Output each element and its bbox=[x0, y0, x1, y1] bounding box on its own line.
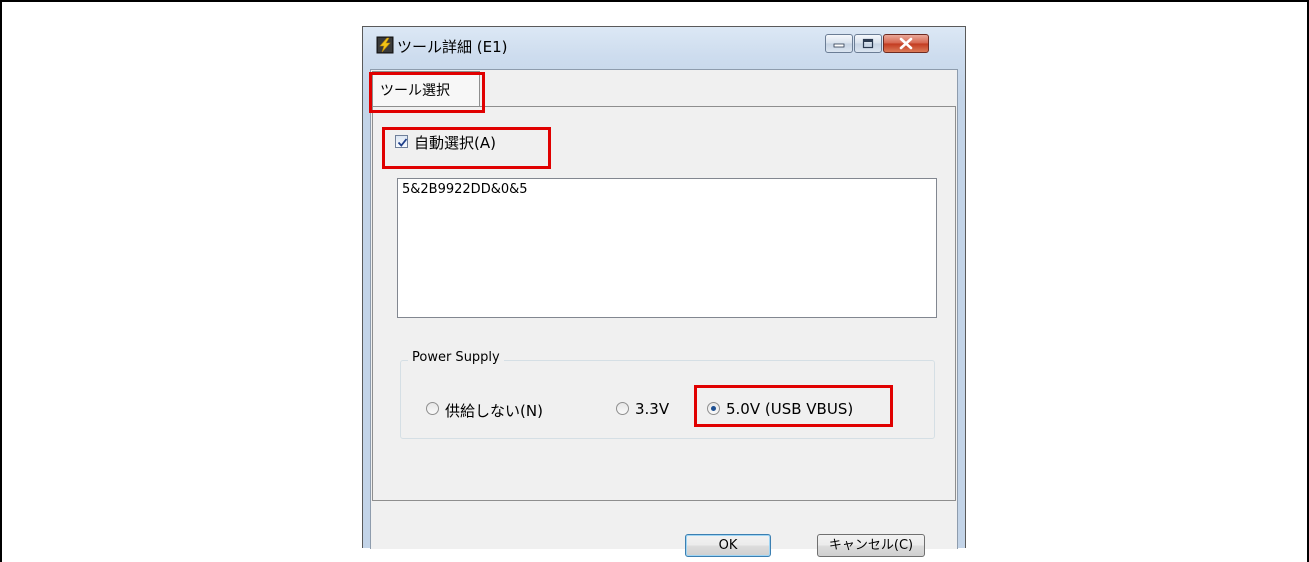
radio-button[interactable] bbox=[426, 402, 439, 415]
auto-select-checkbox[interactable] bbox=[395, 135, 408, 148]
radio-label: 供給しない(N) bbox=[445, 402, 543, 420]
power-supply-title: Power Supply bbox=[408, 350, 504, 365]
figure-border-left bbox=[0, 0, 2, 562]
tool-list[interactable]: 5&2B9922DD&0&5 bbox=[397, 178, 937, 318]
radio-label: 3.3V bbox=[635, 400, 670, 418]
tab-tool-select[interactable]: ツール選択 bbox=[372, 71, 480, 107]
cancel-button[interactable]: キャンセル(C) bbox=[817, 534, 925, 557]
window-title: ツール詳細 (E1) bbox=[397, 38, 508, 56]
radio-label: 5.0V (USB VBUS) bbox=[726, 400, 854, 418]
list-item[interactable]: 5&2B9922DD&0&5 bbox=[402, 182, 528, 197]
minimize-button[interactable] bbox=[825, 34, 853, 53]
radio-button-selected[interactable] bbox=[707, 402, 720, 415]
auto-select-label: 自動選択(A) bbox=[414, 134, 496, 152]
maximize-icon bbox=[862, 38, 874, 49]
checkmark-icon bbox=[397, 138, 408, 147]
dialog-client-area: ツール選択 自動選択(A) 5&2B9922DD&0&5 Power Suppl… bbox=[370, 69, 958, 557]
maximize-button[interactable] bbox=[854, 34, 882, 53]
close-icon bbox=[899, 37, 913, 50]
minimize-icon bbox=[833, 43, 845, 48]
tool-details-dialog: ツール詳細 (E1) ツール選択 自動選択(A) 5&2B9922DD&0&5 … bbox=[362, 26, 966, 557]
title-bar[interactable]: ツール詳細 (E1) bbox=[363, 27, 965, 69]
tab-label: ツール選択 bbox=[380, 83, 450, 99]
ok-button[interactable]: OK bbox=[685, 534, 771, 557]
radio-button[interactable] bbox=[616, 402, 629, 415]
app-lightning-icon bbox=[376, 36, 394, 54]
close-button[interactable] bbox=[883, 34, 929, 53]
figure-border-top bbox=[0, 0, 1309, 2]
